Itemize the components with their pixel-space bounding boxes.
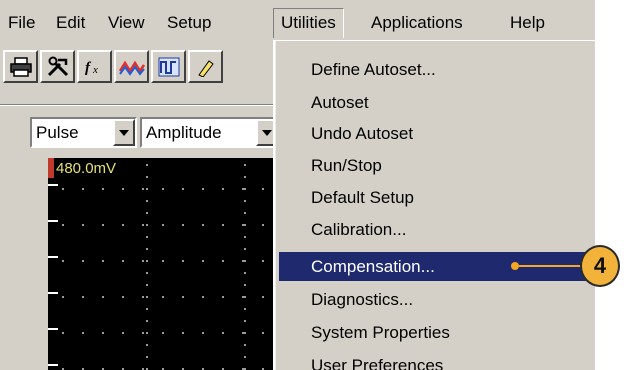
- fx-icon: f x: [83, 57, 107, 77]
- measure-icon: [157, 56, 181, 78]
- left-axis-tick: [48, 328, 58, 330]
- menu-item-user-preferences[interactable]: User Preferences: [279, 351, 587, 370]
- callout-number-badge: 4: [580, 245, 620, 287]
- menu-help[interactable]: Help: [503, 9, 552, 36]
- waveform-button[interactable]: [114, 50, 149, 83]
- menu-setup[interactable]: Setup: [160, 9, 218, 36]
- menu-edit[interactable]: Edit: [49, 9, 92, 36]
- callout-dot: [511, 262, 519, 270]
- utilities-menu-panel: Define Autoset... Autoset Undo Autoset R…: [275, 41, 595, 370]
- svg-text:x: x: [92, 64, 98, 76]
- print-button[interactable]: [3, 50, 38, 83]
- tools-icon: [46, 56, 70, 78]
- reference-marker: [48, 158, 54, 178]
- source-select-value: Pulse: [36, 123, 79, 142]
- measurement-select[interactable]: Amplitude: [140, 117, 280, 148]
- menu-file[interactable]: File: [1, 9, 42, 36]
- application-window: File Edit View Setup Utilities Applicati…: [0, 0, 595, 370]
- math-button[interactable]: f x: [77, 50, 112, 83]
- source-select[interactable]: Pulse: [30, 117, 137, 148]
- measurement-select-value: Amplitude: [146, 123, 222, 142]
- left-axis-tick: [48, 256, 58, 258]
- menu-item-diagnostics[interactable]: Diagnostics...: [279, 285, 587, 314]
- measure-button[interactable]: [151, 50, 186, 83]
- menu-item-define-autoset[interactable]: Define Autoset...: [279, 55, 587, 84]
- cursor-button[interactable]: [188, 50, 223, 83]
- menu-bar: File Edit View Setup Utilities Applicati…: [0, 0, 595, 40]
- toolbar-separator: [0, 104, 280, 106]
- menu-applications[interactable]: Applications: [364, 9, 470, 36]
- menu-item-autoset[interactable]: Autoset: [279, 88, 587, 117]
- menu-item-undo-autoset[interactable]: Undo Autoset: [279, 119, 587, 148]
- svg-text:f: f: [85, 60, 92, 76]
- tools-button[interactable]: [40, 50, 75, 83]
- callout-line: [519, 265, 582, 267]
- waveform-display[interactable]: [48, 158, 288, 370]
- chevron-down-icon[interactable]: [113, 119, 135, 146]
- toolbar: f x: [0, 42, 280, 106]
- menu-item-system-properties[interactable]: System Properties: [279, 318, 587, 347]
- cursor-icon: [195, 57, 217, 77]
- menu-item-default-setup[interactable]: Default Setup: [279, 183, 587, 212]
- left-axis-tick: [48, 364, 58, 366]
- left-axis-tick: [48, 220, 58, 222]
- utilities-menu: Define Autoset... Autoset Undo Autoset R…: [273, 40, 595, 370]
- left-axis-tick: [48, 292, 58, 294]
- menu-item-calibration[interactable]: Calibration...: [279, 215, 587, 244]
- vertical-scale-label: 480.0mV: [56, 160, 117, 177]
- menu-view[interactable]: View: [101, 9, 152, 36]
- print-icon: [9, 56, 32, 77]
- menu-utilities[interactable]: Utilities: [273, 8, 344, 38]
- waveform-icon: [118, 57, 145, 77]
- left-axis-tick: [48, 184, 58, 186]
- graticule: [62, 164, 284, 370]
- menu-item-run-stop[interactable]: Run/Stop: [279, 151, 587, 180]
